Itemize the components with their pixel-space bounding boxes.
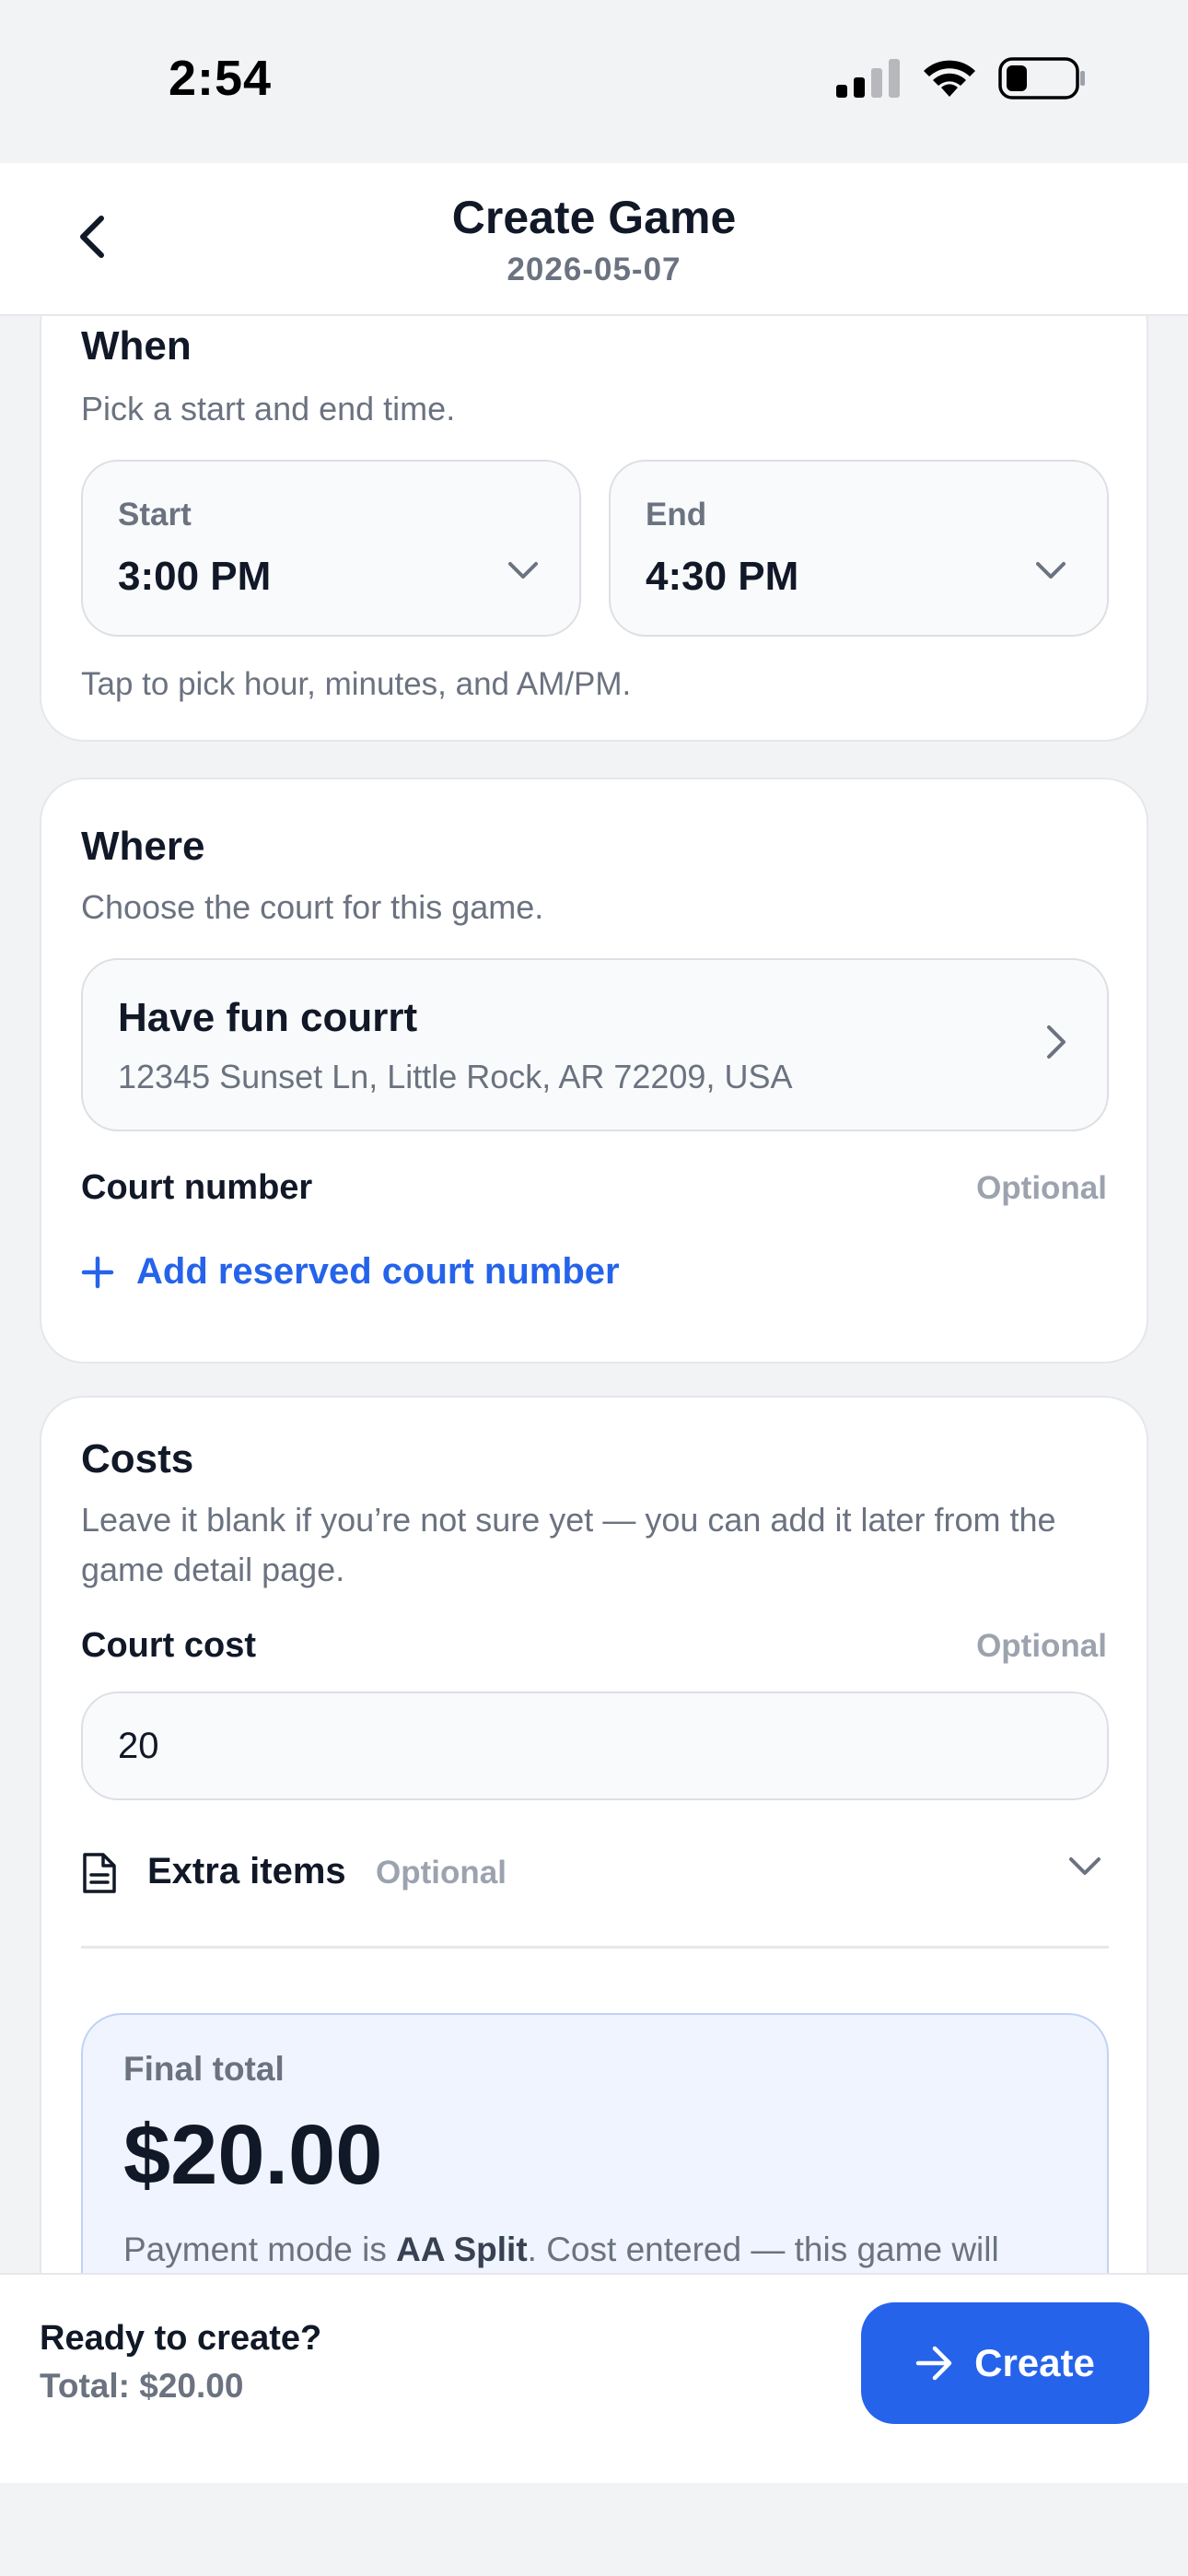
payment-mode-value: AA Split — [396, 2231, 528, 2268]
plus-icon — [81, 1256, 114, 1288]
court-number-optional: Optional — [976, 1170, 1107, 1206]
add-court-number-label: Add reserved court number — [136, 1251, 620, 1292]
extra-items-optional: Optional — [376, 1855, 507, 1891]
status-time: 2:54 — [169, 51, 273, 106]
page-title: Create Game — [451, 192, 737, 243]
final-total-panel: Final total $20.00 Payment mode is AA Sp… — [81, 2013, 1109, 2274]
costs-card: Costs Leave it blank if you’re not sure … — [40, 1396, 1148, 2274]
create-button-label: Create — [974, 2341, 1095, 2384]
end-time-value: 4:30 PM — [646, 554, 799, 599]
chevron-down-icon — [508, 562, 538, 579]
document-icon — [83, 1853, 116, 1893]
when-card: When Pick a start and end time. Start 3:… — [40, 316, 1148, 742]
chevron-right-icon — [1047, 1025, 1066, 1059]
footer-total: Total: $20.00 — [40, 2367, 244, 2405]
final-total-amount: $20.00 — [123, 2108, 383, 2202]
cellular-signal-icon — [836, 59, 900, 98]
end-time-label: End — [646, 497, 707, 533]
costs-description: Leave it blank if you’re not sure yet — … — [81, 1501, 1056, 1588]
court-cost-input[interactable] — [81, 1692, 1109, 1800]
ready-label: Ready to create? — [40, 2319, 322, 2358]
status-bar: 2:54 — [0, 0, 1188, 163]
final-total-label: Final total — [123, 2050, 285, 2088]
start-time-value: 3:00 PM — [118, 554, 272, 599]
court-address: 12345 Sunset Ln, Little Rock, AR 72209, … — [118, 1058, 793, 1095]
home-indicator-area — [0, 2483, 1188, 2576]
bottom-action-bar: Ready to create? Total: $20.00 Create — [0, 2273, 1188, 2483]
nav-bar: Create Game 2026-05-07 — [0, 163, 1188, 316]
time-hint: Tap to pick hour, minutes, and AM/PM. — [81, 666, 632, 702]
scroll-content[interactable]: When Pick a start and end time. Start 3:… — [0, 316, 1188, 2274]
wifi-icon — [924, 60, 975, 97]
create-button[interactable]: Create — [861, 2302, 1149, 2424]
chevron-down-icon — [1069, 1857, 1101, 1875]
extra-items-label: Extra items — [147, 1851, 346, 1891]
page-date: 2026-05-07 — [507, 252, 681, 287]
costs-title: Costs — [81, 1436, 194, 1481]
court-number-label: Court number — [81, 1168, 313, 1207]
arrow-right-icon — [915, 2346, 952, 2381]
where-description: Choose the court for this game. — [81, 888, 544, 926]
court-selector[interactable]: Have fun courrt 12345 Sunset Ln, Little … — [81, 958, 1109, 1131]
extra-items-toggle[interactable]: Extra items Optional — [81, 1840, 1109, 1904]
when-title: When — [81, 323, 192, 369]
court-name: Have fun courrt — [118, 995, 418, 1040]
chevron-down-icon — [1036, 562, 1066, 579]
end-time-picker[interactable]: End 4:30 PM — [609, 460, 1109, 637]
court-cost-optional: Optional — [976, 1628, 1107, 1664]
start-time-label: Start — [118, 497, 192, 533]
status-icons — [836, 57, 1087, 100]
court-cost-label: Court cost — [81, 1626, 256, 1665]
battery-icon — [998, 57, 1085, 100]
start-time-picker[interactable]: Start 3:00 PM — [81, 460, 581, 637]
where-card: Where Choose the court for this game. Ha… — [40, 778, 1148, 1364]
when-description: Pick a start and end time. — [81, 390, 456, 427]
where-title: Where — [81, 824, 205, 869]
divider — [81, 1946, 1109, 1949]
add-court-number-link[interactable]: Add reserved court number — [81, 1251, 620, 1293]
payment-mode-note: Payment mode is AA Split. Cost entered —… — [123, 2231, 999, 2268]
